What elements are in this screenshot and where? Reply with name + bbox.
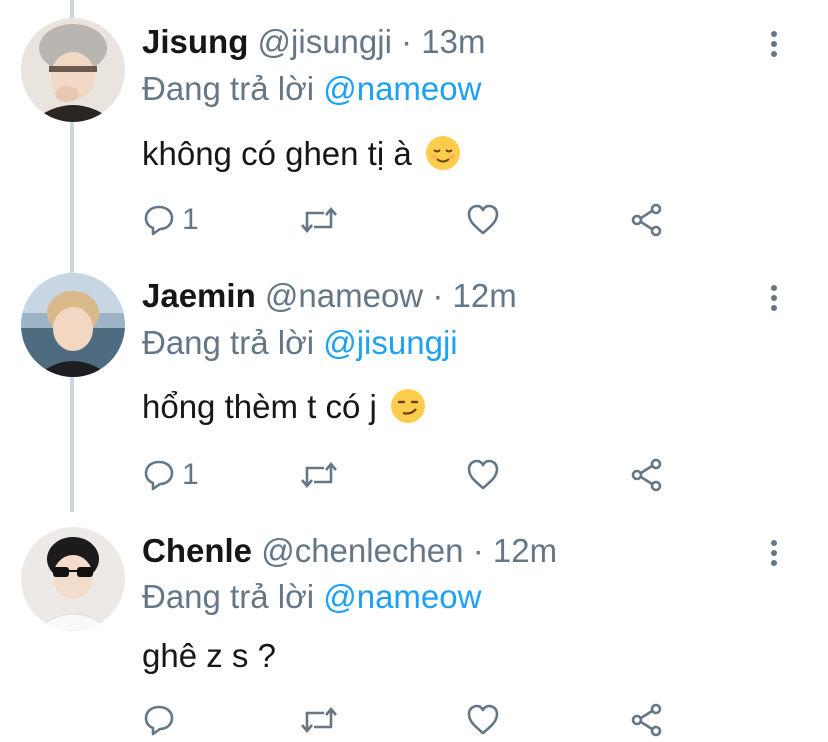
reply-icon bbox=[144, 205, 174, 236]
tweet-actions: 1 bbox=[140, 457, 680, 497]
display-name[interactable]: Jaemin bbox=[142, 277, 256, 314]
reply-count: 1 bbox=[182, 203, 199, 236]
retweet-icon bbox=[301, 706, 337, 734]
like-button[interactable] bbox=[466, 202, 500, 238]
tweet-header: Jisung @jisungji · 13m bbox=[142, 22, 485, 62]
share-icon bbox=[631, 458, 662, 492]
more-icon bbox=[771, 31, 777, 57]
like-icon bbox=[467, 204, 499, 235]
replying-to-label: Đang trả lời bbox=[142, 324, 315, 361]
avatar[interactable] bbox=[21, 273, 125, 377]
tweet-jisung[interactable]: Jisung @jisungji · 13m Đang trả lời @nam… bbox=[0, 0, 828, 255]
avatar-image bbox=[21, 273, 125, 377]
retweet-button[interactable] bbox=[300, 202, 338, 238]
avatar-image bbox=[21, 18, 125, 122]
separator-dot: · bbox=[432, 277, 444, 314]
replying-to: Đang trả lời @nameow bbox=[142, 577, 481, 617]
avatar[interactable] bbox=[21, 18, 125, 122]
share-button[interactable] bbox=[630, 202, 664, 238]
reply-button[interactable]: 1 bbox=[142, 457, 199, 493]
reply-button[interactable] bbox=[142, 702, 176, 738]
retweet-icon bbox=[301, 461, 337, 489]
like-button[interactable] bbox=[466, 457, 500, 493]
reply-count: 1 bbox=[182, 458, 199, 491]
more-icon bbox=[771, 285, 777, 311]
reply-icon bbox=[144, 460, 174, 491]
tweet-actions: 1 bbox=[140, 202, 680, 242]
display-name[interactable]: Jisung bbox=[142, 23, 248, 60]
like-button[interactable] bbox=[466, 702, 500, 738]
more-options-button[interactable] bbox=[764, 284, 784, 314]
replying-to: Đang trả lời @jisungji bbox=[142, 323, 458, 363]
mention-link[interactable]: @jisungji bbox=[323, 324, 457, 361]
more-options-button[interactable] bbox=[764, 539, 784, 569]
replying-to-label: Đang trả lời bbox=[142, 578, 315, 615]
separator-dot: · bbox=[401, 23, 413, 60]
tweet-jaemin[interactable]: Jaemin @nameow · 12m Đang trả lời @jisun… bbox=[0, 255, 828, 510]
replying-to-label: Đang trả lời bbox=[142, 70, 315, 107]
more-icon bbox=[771, 540, 777, 566]
share-button[interactable] bbox=[630, 457, 664, 493]
user-handle[interactable]: @nameow bbox=[265, 277, 423, 314]
separator-dot: · bbox=[472, 532, 484, 569]
retweet-icon bbox=[301, 206, 337, 234]
tweet-text: hổng thèm t có j bbox=[142, 386, 426, 428]
user-handle[interactable]: @chenlechen bbox=[261, 532, 463, 569]
timestamp[interactable]: 12m bbox=[493, 532, 557, 569]
tweet-chenle[interactable]: Chenle @chenlechen · 12m Đang trả lời @n… bbox=[0, 510, 828, 741]
user-handle[interactable]: @jisungji bbox=[258, 23, 392, 60]
share-icon bbox=[631, 703, 662, 737]
replying-to: Đang trả lời @nameow bbox=[142, 69, 481, 109]
tweet-actions bbox=[140, 702, 680, 742]
share-button[interactable] bbox=[630, 702, 664, 738]
like-icon bbox=[467, 459, 499, 490]
reply-icon bbox=[144, 705, 174, 736]
tweet-header: Jaemin @nameow · 12m bbox=[142, 276, 517, 316]
tweet-text: không có ghen tị à bbox=[142, 133, 461, 175]
more-options-button[interactable] bbox=[764, 30, 784, 60]
relieved-face-emoji bbox=[425, 136, 460, 170]
smirking-face-emoji bbox=[390, 389, 425, 423]
retweet-button[interactable] bbox=[300, 702, 338, 738]
reply-button[interactable]: 1 bbox=[142, 202, 199, 238]
tweet-text-content: không có ghen tị à bbox=[142, 135, 412, 172]
display-name[interactable]: Chenle bbox=[142, 532, 252, 569]
retweet-button[interactable] bbox=[300, 457, 338, 493]
share-icon bbox=[631, 203, 662, 237]
avatar-image bbox=[21, 527, 125, 631]
mention-link[interactable]: @nameow bbox=[323, 70, 481, 107]
mention-link[interactable]: @nameow bbox=[323, 578, 481, 615]
tweet-text-content: ghê z s ? bbox=[142, 637, 276, 674]
timestamp[interactable]: 12m bbox=[452, 277, 516, 314]
tweet-header: Chenle @chenlechen · 12m bbox=[142, 531, 557, 571]
tweet-text: ghê z s ? bbox=[142, 635, 276, 677]
like-icon bbox=[467, 704, 499, 735]
avatar[interactable] bbox=[21, 527, 125, 631]
timestamp[interactable]: 13m bbox=[421, 23, 485, 60]
tweet-text-content: hổng thèm t có j bbox=[142, 388, 377, 425]
